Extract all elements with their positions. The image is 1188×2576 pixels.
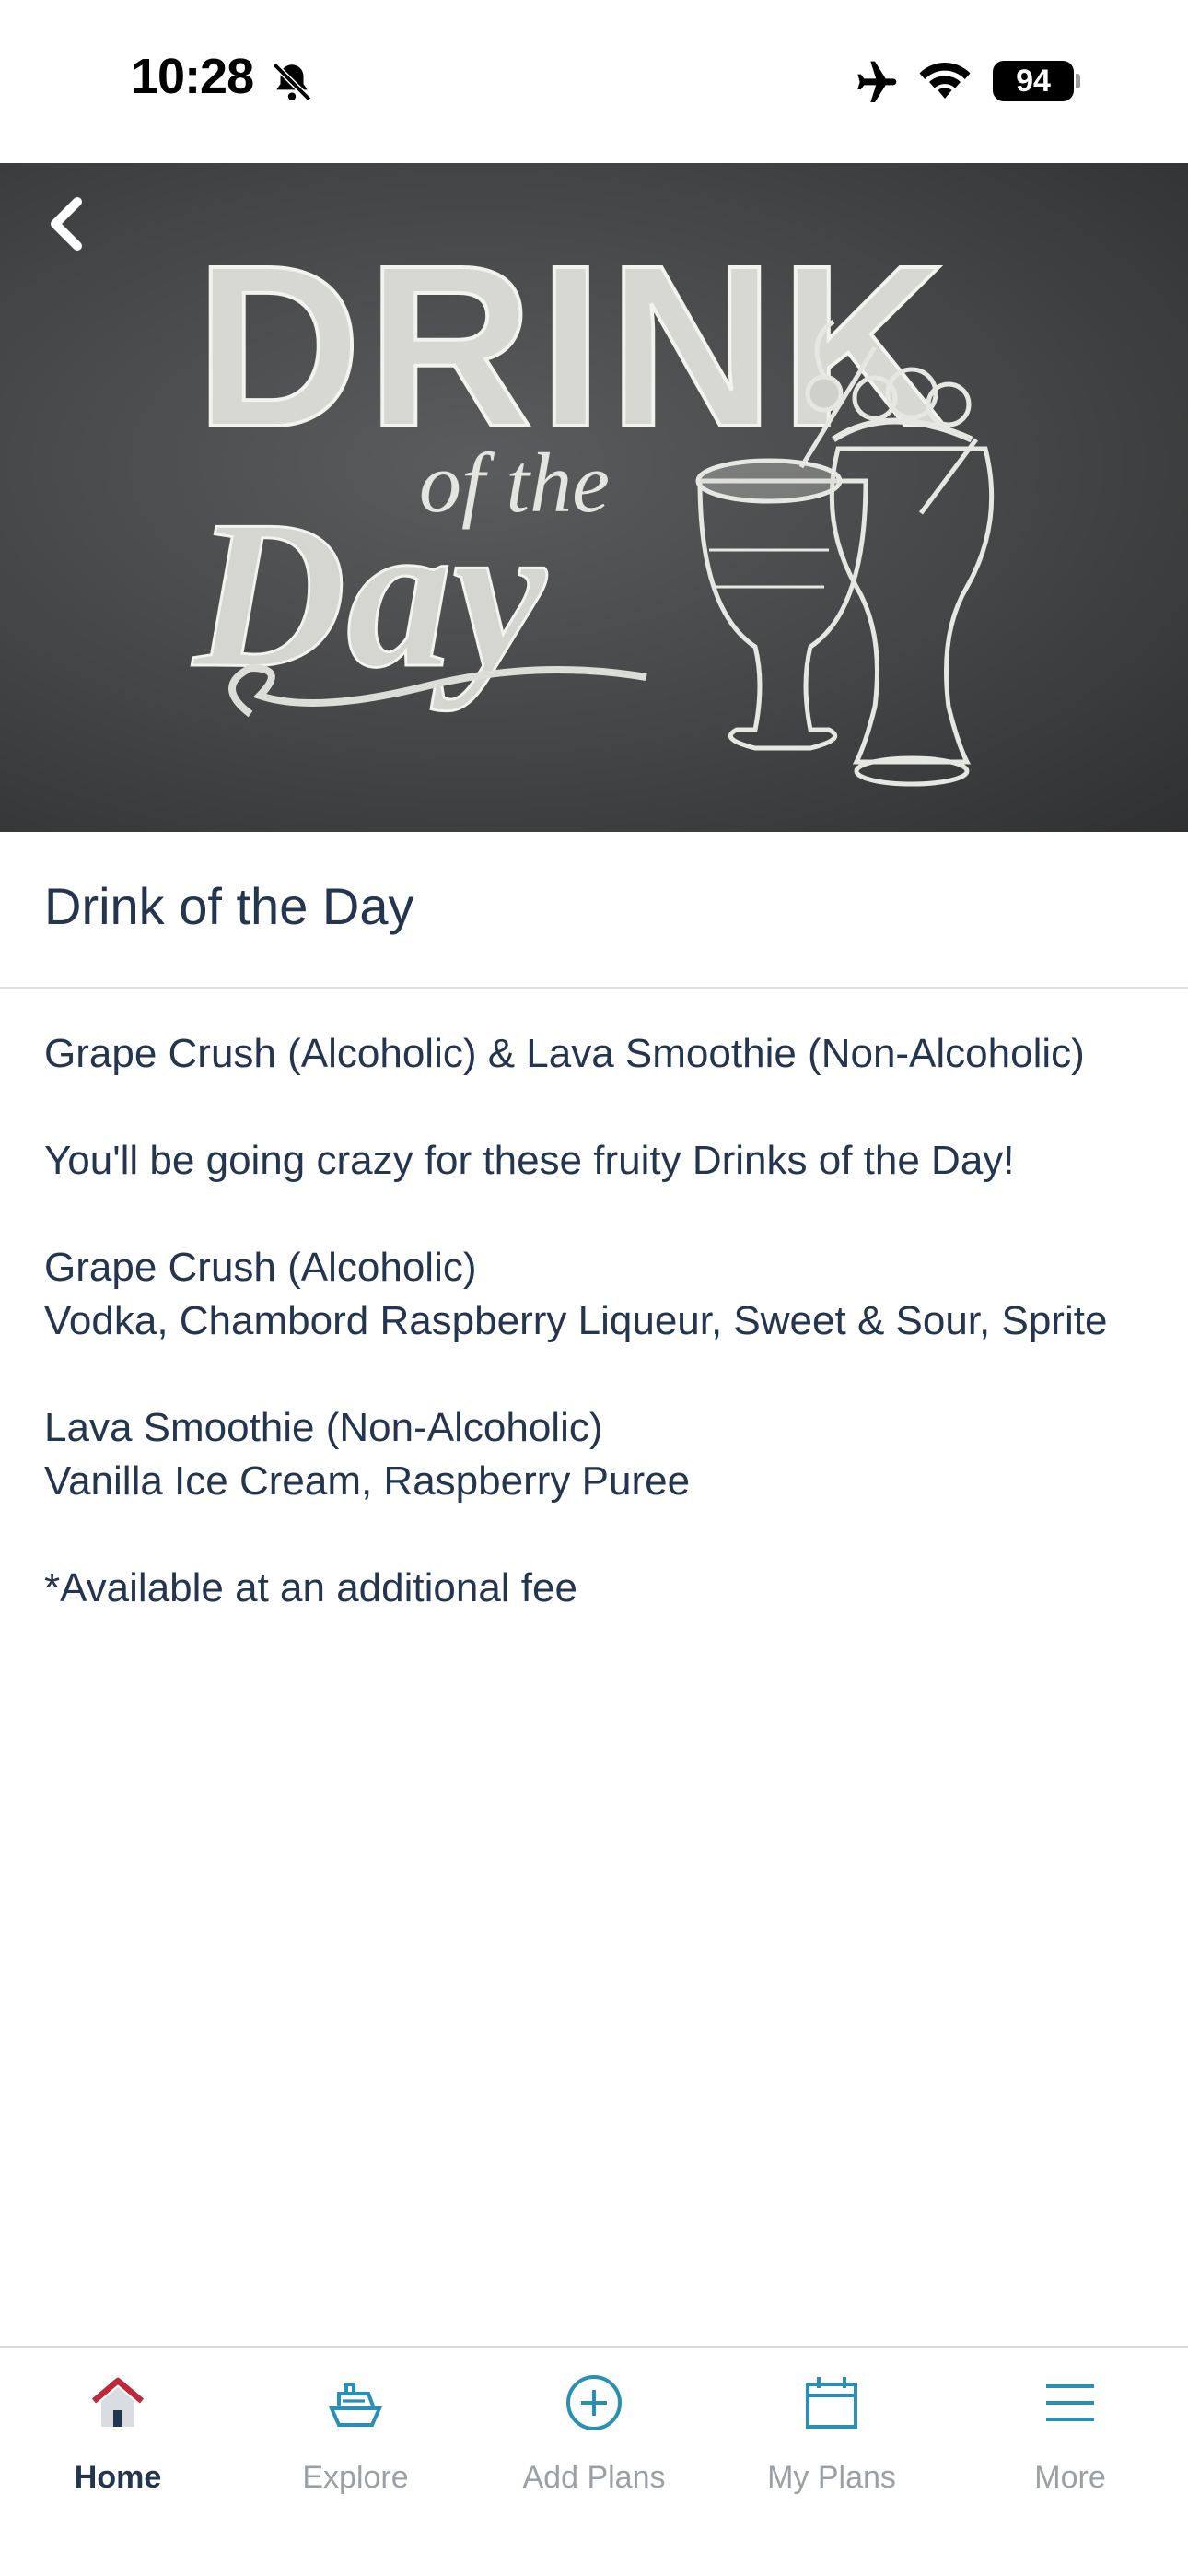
- tab-label: My Plans: [767, 2460, 896, 2495]
- drink-ingredients: Vanilla Ice Cream, Raspberry Puree: [44, 1458, 691, 1504]
- paragraph-intro: You'll be going crazy for these fruity D…: [44, 1134, 1149, 1188]
- calendar-icon: [806, 2377, 857, 2429]
- battery-level: 94: [1016, 64, 1051, 99]
- paragraph-line: You'll be going crazy for these fruity D…: [44, 1138, 1015, 1183]
- home-icon: [91, 2377, 145, 2427]
- drink-of-the-day-chalkboard-image: DRINK of the Day: [191, 216, 995, 787]
- chevron-left-icon: [51, 197, 82, 251]
- paragraph-grape-crush: Grape Crush (Alcoholic) Vodka, Chambord …: [44, 1241, 1149, 1348]
- paragraph-line: Grape Crush (Alcoholic) & Lava Smoothie …: [44, 1031, 1085, 1076]
- bell-slash-icon: [272, 62, 312, 102]
- hero-image: DRINK of the Day: [0, 163, 1188, 832]
- page-title: Drink of the Day: [44, 877, 414, 935]
- drink-ingredients: Vodka, Chambord Raspberry Liqueur, Sweet…: [44, 1298, 1108, 1343]
- airplane-icon: [857, 61, 897, 102]
- title-area: Drink of the Day: [0, 832, 1188, 989]
- tab-more[interactable]: More: [978, 2368, 1162, 2506]
- paragraph-lava-smoothie: Lava Smoothie (Non-Alcoholic) Vanilla Ic…: [44, 1401, 1149, 1508]
- tab-label: Home: [74, 2460, 162, 2495]
- drink-name: Lava Smoothie (Non-Alcoholic): [44, 1405, 603, 1450]
- paragraph-fee-note: *Available at an additional fee: [44, 1562, 1149, 1615]
- menu-icon: [1046, 2384, 1094, 2421]
- tab-add-plans[interactable]: Add Plans: [502, 2368, 686, 2506]
- paragraph-drinks-names: Grape Crush (Alcoholic) & Lava Smoothie …: [44, 1027, 1149, 1081]
- fee-note: *Available at an additional fee: [44, 1565, 577, 1610]
- drink-name: Grape Crush (Alcoholic): [44, 1245, 477, 1290]
- plus-circle-icon: [566, 2375, 622, 2430]
- status-bar: 10:28 94: [0, 0, 1188, 163]
- tab-label: Add Plans: [522, 2460, 666, 2495]
- tab-label: Explore: [302, 2460, 409, 2495]
- tab-bar: Home Explore Add Plans My Plans More: [0, 2346, 1188, 2576]
- description: Grape Crush (Alcoholic) & Lava Smoothie …: [44, 1027, 1149, 1669]
- tab-home[interactable]: Home: [26, 2368, 210, 2506]
- tab-label: More: [1034, 2460, 1106, 2495]
- wifi-icon: [919, 63, 971, 99]
- tab-explore[interactable]: Explore: [263, 2368, 448, 2506]
- status-time: 10:28: [131, 49, 254, 104]
- tab-my-plans[interactable]: My Plans: [740, 2368, 924, 2506]
- battery-icon: 94: [993, 61, 1081, 101]
- battery-cap: [1076, 74, 1080, 88]
- ship-icon: [328, 2383, 383, 2427]
- back-button[interactable]: [33, 191, 99, 257]
- chalk-lettering: DRINK of the Day: [191, 216, 949, 718]
